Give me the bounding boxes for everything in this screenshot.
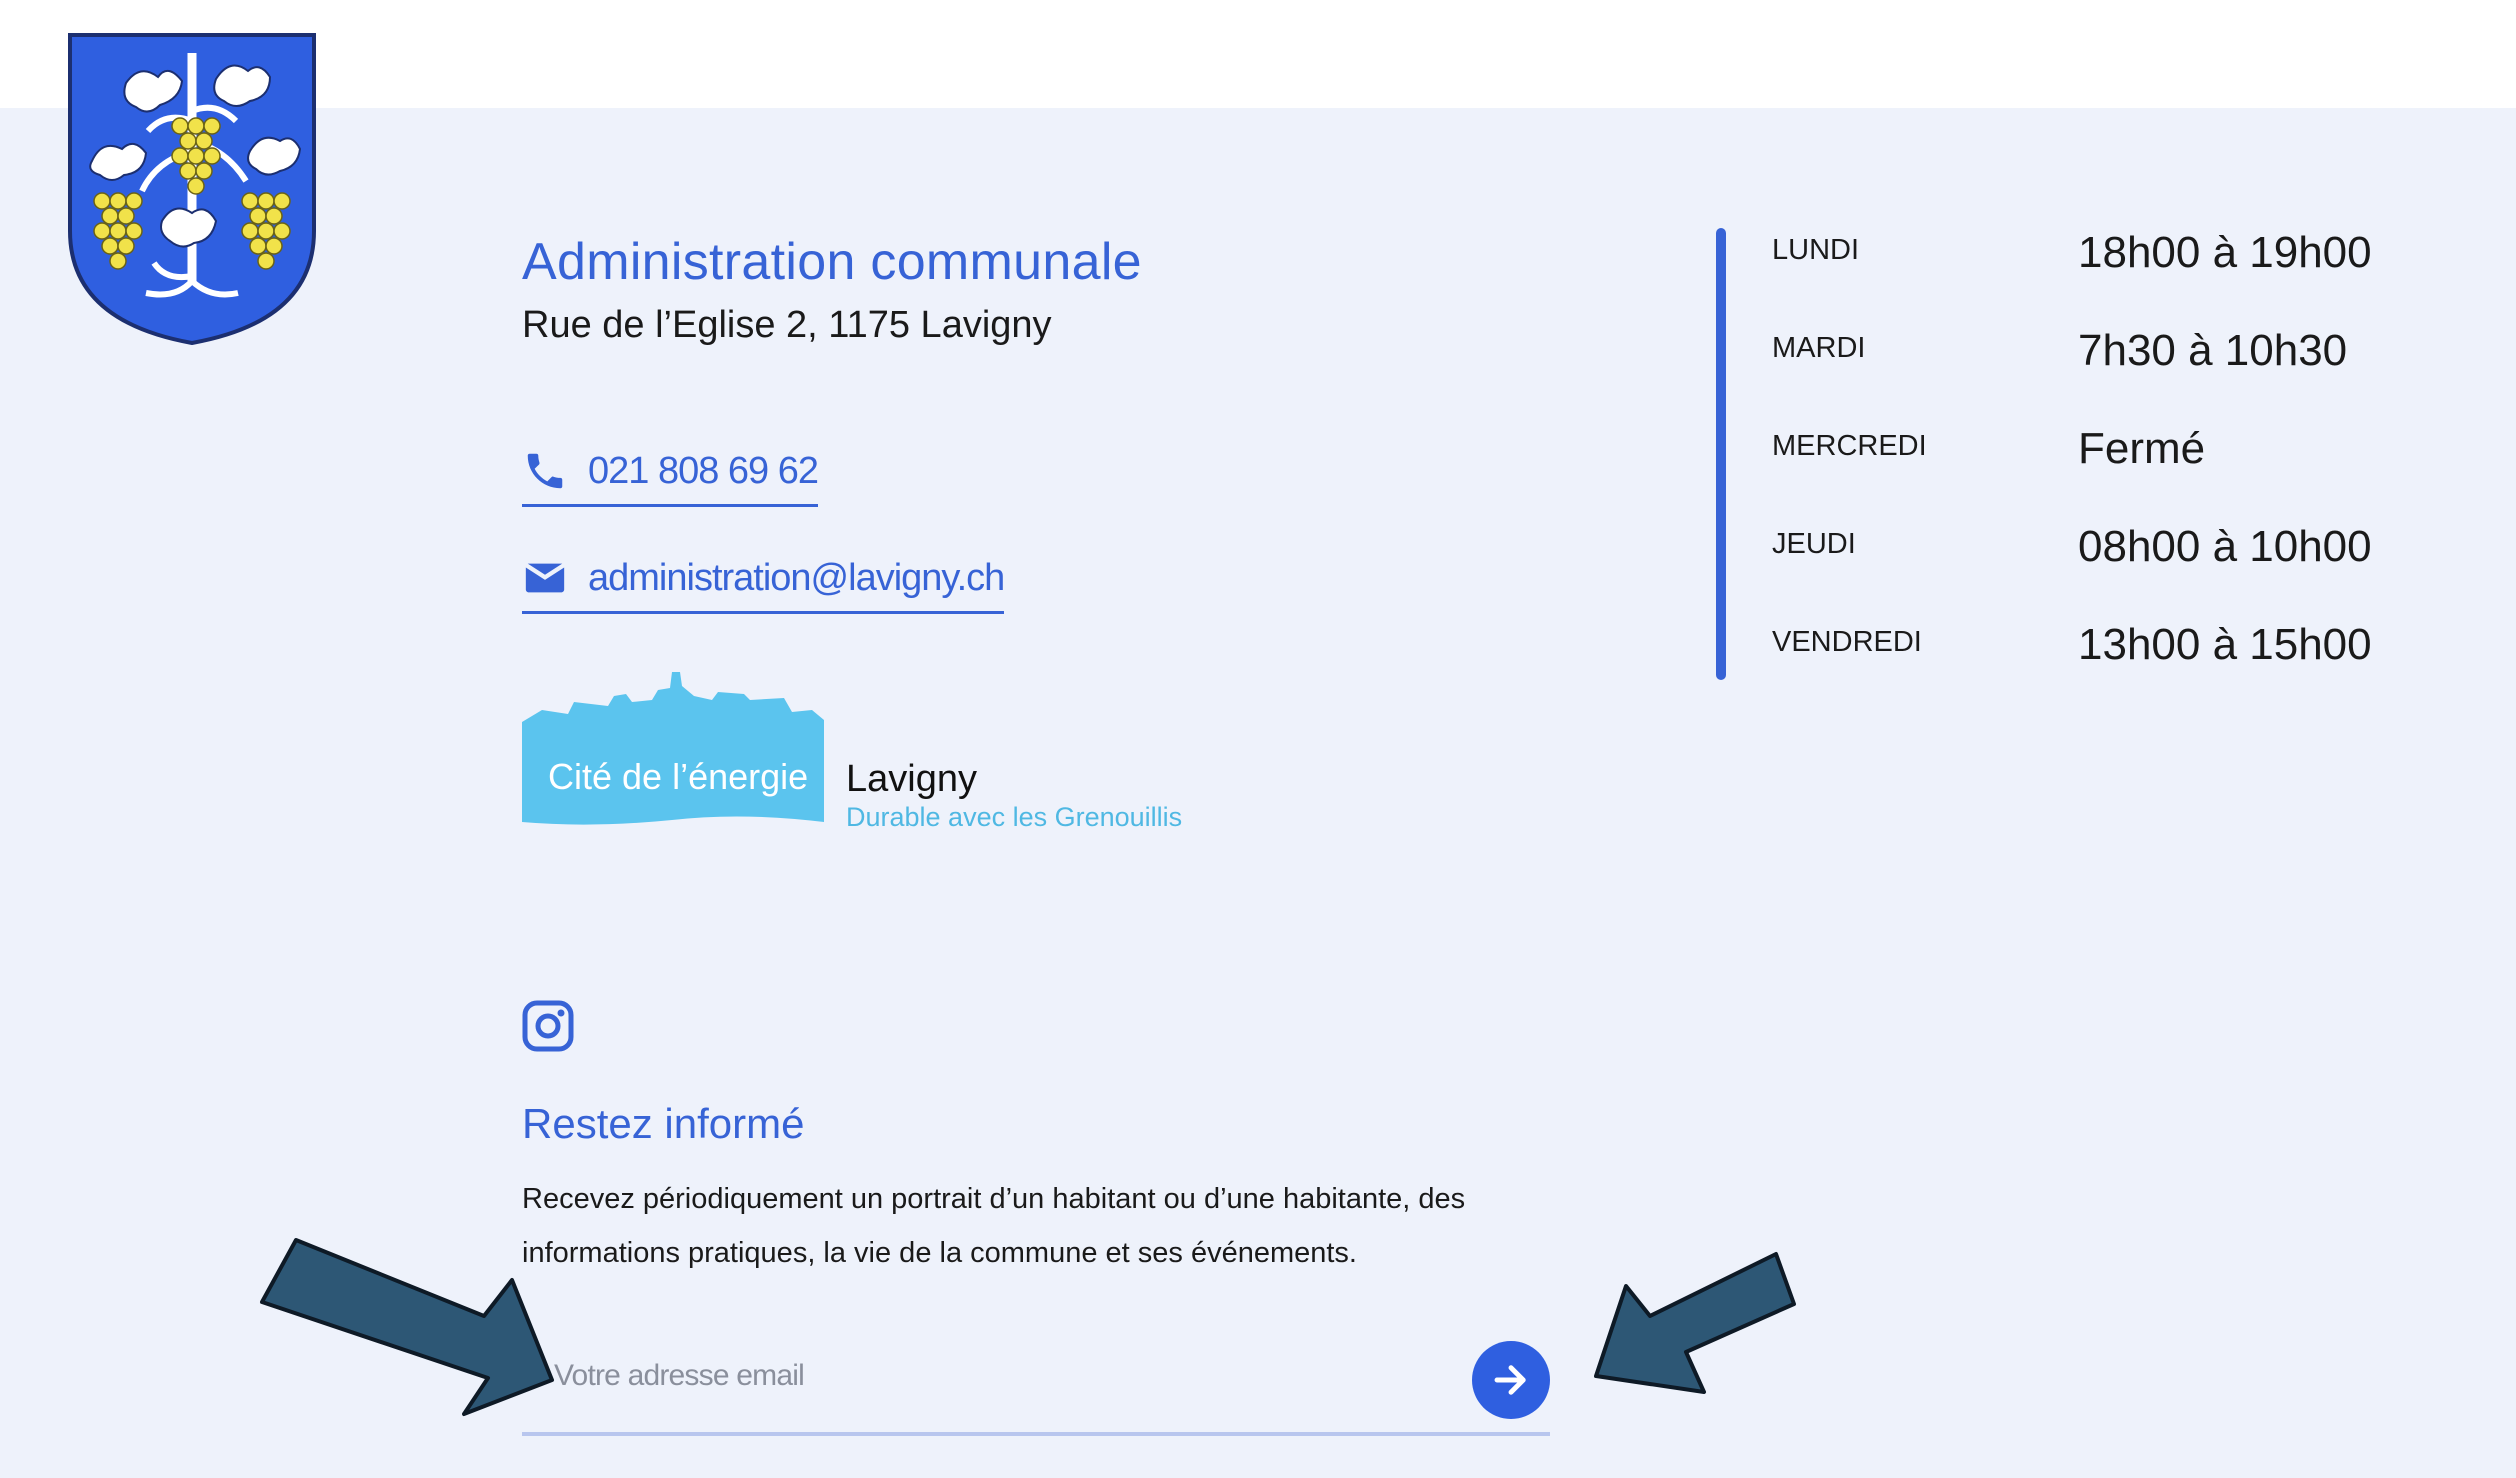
administration-address: Rue de l’Eglise 2, 1175 Lavigny	[522, 304, 1052, 346]
opening-hours: LUNDI 18h00 à 19h00 MARDI 7h30 à 10h30 M…	[1772, 228, 2472, 718]
hours-row: MERCREDI Fermé	[1772, 424, 2472, 522]
annotation-arrow-right	[1594, 1252, 1796, 1394]
hours-accent-bar	[1716, 228, 1726, 680]
hours-time: 18h00 à 19h00	[2078, 228, 2372, 277]
administration-title: Administration communale	[522, 233, 1142, 291]
hours-day: VENDREDI	[1772, 626, 1922, 658]
instagram-icon	[522, 1000, 574, 1052]
hours-row: LUNDI 18h00 à 19h00	[1772, 228, 2472, 326]
hours-time: Fermé	[2078, 424, 2206, 473]
hours-row: JEUDI 08h00 à 10h00	[1772, 522, 2472, 620]
phone-number: 021 808 69 62	[588, 449, 819, 492]
city-skyline-icon	[522, 672, 824, 825]
hours-row: VENDREDI 13h00 à 15h00	[1772, 620, 2472, 718]
hours-day: LUNDI	[1772, 234, 1860, 266]
phone-link[interactable]: 021 808 69 62	[522, 448, 819, 507]
newsletter-description: Recevez périodiquement un portrait d’un …	[522, 1183, 1466, 1269]
cite-energie-place: Lavigny	[846, 758, 977, 800]
envelope-icon	[522, 555, 568, 601]
newsletter-title: Restez informé	[522, 1100, 805, 1147]
cite-energie-tagline: Durable avec les Grenouillis	[846, 802, 1183, 832]
hours-time: 7h30 à 10h30	[2078, 326, 2348, 375]
header-strip	[0, 0, 2516, 108]
newsletter-email-input[interactable]	[552, 1350, 1376, 1402]
hours-day: JEUDI	[1772, 528, 1856, 560]
email-address: administration@lavigny.ch	[588, 556, 1005, 599]
email-link[interactable]: administration@lavigny.ch	[522, 555, 1005, 614]
hours-row: MARDI 7h30 à 10h30	[1772, 326, 2472, 424]
phone-icon	[522, 448, 568, 494]
hours-day: MARDI	[1772, 332, 1866, 364]
newsletter-form	[522, 1336, 1550, 1436]
cite-energie-logo[interactable]: Cité de l’énergie Lavigny Durable avec l…	[522, 672, 1242, 840]
hours-day: MERCREDI	[1772, 430, 1927, 462]
hours-time: 08h00 à 10h00	[2078, 522, 2372, 571]
coat-of-arms-logo[interactable]	[66, 31, 318, 347]
annotation-arrow-left	[260, 1238, 554, 1416]
cite-energie-label: Cité de l’énergie	[548, 756, 809, 797]
newsletter-submit-button[interactable]	[1472, 1341, 1550, 1419]
arrow-right-icon	[1494, 1365, 1526, 1395]
hours-time: 13h00 à 15h00	[2078, 620, 2372, 669]
